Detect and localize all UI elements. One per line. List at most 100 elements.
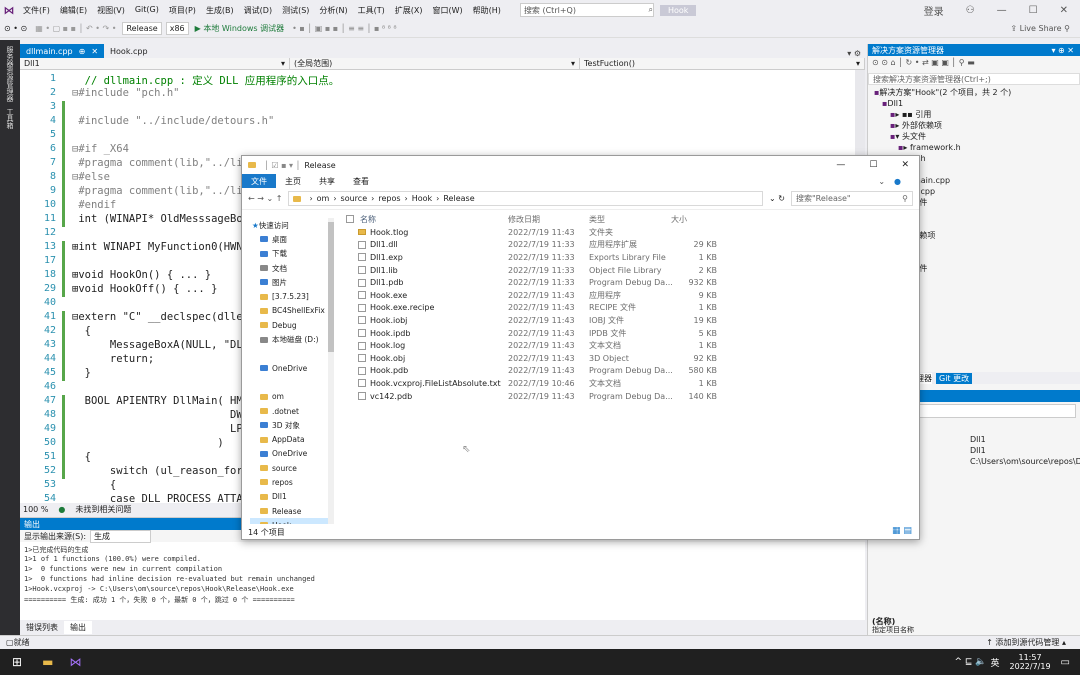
tab-error-list[interactable]: 错误列表 xyxy=(20,621,64,634)
tab-output[interactable]: 输出 xyxy=(64,620,92,634)
maximize-button[interactable]: ☐ xyxy=(869,160,877,170)
menu-item[interactable]: 帮助(H) xyxy=(468,5,506,16)
select-all-checkbox[interactable] xyxy=(346,215,354,223)
toolbar-extra-icons[interactable]: • ▪ │ ▣ ▪ ▪ │ ≡ ≡ │ ▪ ⁸ ⁸ ⁸ xyxy=(288,24,401,33)
ribbon-file[interactable]: 文件 xyxy=(242,174,276,188)
close-button[interactable]: ✕ xyxy=(1060,5,1068,16)
solution-search-input[interactable]: 搜索解决方案资源管理器(Ctrl+;) xyxy=(868,73,1080,85)
tab-git-changes[interactable]: Git 更改 xyxy=(936,372,973,384)
file-row[interactable]: Hook.log 2022/7/19 11:43 文本文档 1 KB xyxy=(342,339,917,352)
nav-item[interactable]: 文档 xyxy=(250,261,328,275)
breadcrumb-item[interactable]: repos xyxy=(378,194,400,203)
nav-item[interactable] xyxy=(250,375,328,389)
member-combo[interactable]: TestFuction() ▾ xyxy=(580,58,865,69)
menu-item[interactable]: 视图(V) xyxy=(92,5,130,16)
file-row[interactable]: Hook.ipdb 2022/7/19 11:43 IPDB 文件 5 KB xyxy=(342,327,917,340)
breadcrumb-item[interactable]: source xyxy=(341,194,368,203)
account-icon[interactable]: ⚇ xyxy=(966,5,975,16)
menu-item[interactable]: 项目(P) xyxy=(164,5,201,16)
server-explorer-tab[interactable]: 服务器资源管理器 xyxy=(5,46,15,102)
pin-icon[interactable]: ⊕ xyxy=(79,47,86,56)
windows-start-icon[interactable]: ⊞ xyxy=(12,655,22,669)
nav-item[interactable]: BC4ShellExFix xyxy=(250,304,328,318)
close-icon[interactable]: ✕ xyxy=(91,47,98,56)
project-combo[interactable]: Dll1 ▾ xyxy=(20,58,290,69)
add-source-control[interactable]: ↑ 添加到源代码管理 ▴ xyxy=(986,637,1080,648)
menu-item[interactable]: 生成(B) xyxy=(201,5,239,16)
tree-item[interactable]: ▪ 解决方案"Hook"(2 个项目，共 2 个) xyxy=(868,87,1080,98)
view-toggle-icons[interactable]: ▦ ▤ xyxy=(892,526,912,536)
scope-combo[interactable]: (全局范围) ▾ xyxy=(290,58,580,69)
nav-item[interactable]: om xyxy=(250,390,328,404)
nav-item[interactable]: 下载 xyxy=(250,247,328,261)
file-row[interactable]: Hook.tlog 2022/7/19 11:43 文件夹 xyxy=(342,226,917,239)
maximize-button[interactable]: ☐ xyxy=(1029,5,1038,16)
tab-dllmain[interactable]: dllmain.cpp ⊕ ✕ xyxy=(20,44,105,58)
ribbon-share[interactable]: 共享 xyxy=(310,174,344,188)
toolbar-icons[interactable]: ▦ • ▢ ▪ ▪ │ ↶ • ↷ • xyxy=(31,24,120,33)
nav-arrows-icon[interactable]: ← → ⌄ ↑ xyxy=(248,194,282,203)
file-row[interactable]: Hook.pdb 2022/7/19 11:43 Program Debug Da.… xyxy=(342,365,917,378)
nav-item[interactable]: 图片 xyxy=(250,275,328,289)
file-row[interactable]: Dll1.pdb 2022/7/19 11:33 Program Debug Da.… xyxy=(342,276,917,289)
nav-item[interactable]: AppData xyxy=(250,432,328,446)
tab-overflow-icon[interactable]: ▾ ⚙ xyxy=(847,49,865,58)
address-bar[interactable]: › om › source › repos › Hook › Release xyxy=(288,191,764,206)
nav-item[interactable]: .dotnet xyxy=(250,404,328,418)
tree-item[interactable]: ▪ ▸ framework.h xyxy=(868,142,1080,153)
nav-item[interactable]: OneDrive xyxy=(250,361,328,375)
nav-item[interactable]: Dll1 xyxy=(250,490,328,504)
nav-item[interactable]: [3.7.5.23] xyxy=(250,289,328,303)
file-row[interactable]: Hook.vcxproj.FileListAbsolute.txt 2022/7/… xyxy=(342,377,917,390)
ribbon-expand-icon[interactable]: ⌄ ● xyxy=(869,174,919,188)
column-type[interactable]: 类型 xyxy=(589,214,671,225)
tray-icons[interactable]: ^ ⊑ 🔈 英 xyxy=(954,656,999,669)
output-source-combo[interactable]: 生成 xyxy=(90,529,152,543)
file-row[interactable]: Hook.exe.recipe 2022/7/19 11:43 RECIPE 文件 1… xyxy=(342,302,917,315)
file-row[interactable]: Dll1.exp 2022/7/19 11:33 Exports Library F… xyxy=(342,251,917,264)
tree-item[interactable]: ▪ ▾ 头文件 xyxy=(868,131,1080,142)
menu-item[interactable]: 文件(F) xyxy=(18,5,55,16)
notification-icon[interactable]: ▭ xyxy=(1061,657,1070,668)
column-name[interactable]: 名称 xyxy=(342,214,508,225)
menu-item[interactable]: 测试(S) xyxy=(277,5,314,16)
explorer-search-input[interactable]: 搜索"Release" ⚲ xyxy=(791,191,913,206)
live-share-button[interactable]: ⇪ Live Share ⚲ xyxy=(1010,24,1080,33)
file-row[interactable]: vc142.pdb 2022/7/19 11:43 Program Debug Da… xyxy=(342,390,917,403)
nav-item[interactable]: Hook xyxy=(250,518,328,524)
column-date[interactable]: 修改日期 xyxy=(508,214,589,225)
file-explorer-icon[interactable]: ▬ xyxy=(42,655,53,669)
menu-item[interactable]: 分析(N) xyxy=(314,5,352,16)
tree-item[interactable]: ▪ ▸ 外部依赖项 xyxy=(868,120,1080,131)
file-row[interactable]: Hook.exe 2022/7/19 11:43 应用程序 9 KB xyxy=(342,289,917,302)
tree-item[interactable]: ▪ ▸ ▪▪ 引用 xyxy=(868,109,1080,120)
solution-toolbar-icons[interactable]: ⊙ ⊙ ⌂ │ ↻ • ⇄ ▣ ▣ │ ⚲ ▬ xyxy=(872,58,975,67)
nav-item[interactable]: Release xyxy=(250,504,328,518)
start-debugger-button[interactable]: ▶ 本地 Windows 调试器 xyxy=(191,23,289,34)
file-row[interactable]: Hook.obj 2022/7/19 11:43 3D Object 92 KB xyxy=(342,352,917,365)
tab-hook[interactable]: Hook.cpp xyxy=(104,44,154,58)
breadcrumb-item[interactable]: Hook xyxy=(412,194,432,203)
refresh-icon[interactable]: ⌄ ↻ xyxy=(769,194,785,203)
close-button[interactable]: ✕ xyxy=(901,160,909,170)
visual-studio-taskbar-icon[interactable]: ⋈ xyxy=(69,655,81,669)
nav-item[interactable]: 桌面 xyxy=(250,232,328,246)
column-size[interactable]: 大小 xyxy=(671,214,717,225)
quick-access-toolbar-icons[interactable]: │ ☑ ▪ ▾ │ xyxy=(264,161,300,170)
menu-item[interactable]: 调试(D) xyxy=(239,5,277,16)
nav-item[interactable]: OneDrive xyxy=(250,447,328,461)
menu-item[interactable]: Git(G) xyxy=(130,5,164,16)
menu-item[interactable]: 扩展(X) xyxy=(390,5,428,16)
file-row[interactable]: Hook.iobj 2022/7/19 11:43 IOBJ 文件 19 KB xyxy=(342,314,917,327)
search-input[interactable]: 搜索 (Ctrl+Q) ⌕ xyxy=(519,3,654,17)
ime-lang[interactable]: 英 xyxy=(991,656,1000,669)
nav-item[interactable]: 3D 对象 xyxy=(250,418,328,432)
file-row[interactable]: Dll1.dll 2022/7/19 11:33 应用程序扩展 29 KB xyxy=(342,239,917,252)
nav-item[interactable]: 本地磁盘 (D:) xyxy=(250,332,328,346)
nav-item[interactable] xyxy=(250,347,328,361)
nav-item[interactable]: ★ 快速访问 xyxy=(250,218,328,232)
minimize-button[interactable]: — xyxy=(997,5,1007,16)
breadcrumb-item[interactable]: om xyxy=(317,194,330,203)
nav-item[interactable]: Debug xyxy=(250,318,328,332)
ribbon-home[interactable]: 主页 xyxy=(276,174,310,188)
